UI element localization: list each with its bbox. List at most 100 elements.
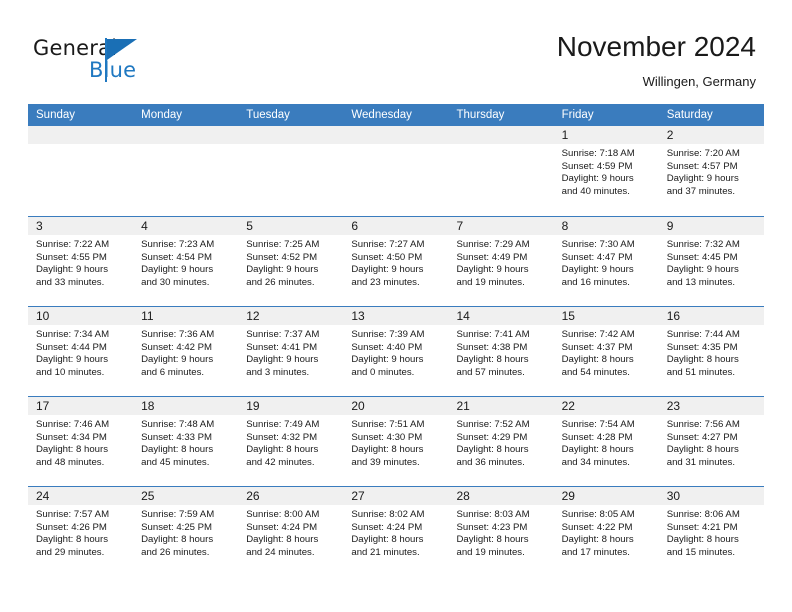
daylight-text-cont: and 45 minutes. bbox=[141, 456, 210, 468]
day-details: Sunrise: 7:36 AM Sunset: 4:42 PM Daylight:… bbox=[133, 325, 238, 379]
day-number-band: 24 bbox=[28, 487, 134, 505]
calendar-day-cell[interactable]: 4 Sunrise: 7:23 AM Sunset: 4:54 PM Daylight… bbox=[133, 217, 239, 306]
day-number: 2 bbox=[666, 128, 674, 142]
daylight-text-cont: and 24 minutes. bbox=[246, 546, 315, 558]
day-number-band: 19 bbox=[238, 397, 344, 415]
day-details: Sunrise: 7:18 AM Sunset: 4:59 PM Daylight:… bbox=[554, 144, 659, 198]
calendar-day-cell[interactable]: 17 Sunrise: 7:46 AM Sunset: 4:34 PM Dayligh… bbox=[28, 397, 134, 486]
day-number: 29 bbox=[561, 489, 575, 503]
sunset-text: Sunset: 4:32 PM bbox=[246, 431, 318, 443]
calendar-day-cell[interactable]: 10 Sunrise: 7:34 AM Sunset: 4:44 PM Dayligh… bbox=[28, 307, 134, 396]
daylight-text: Daylight: 9 hours bbox=[561, 264, 634, 276]
day-details: Sunrise: 7:52 AM Sunset: 4:29 PM Daylight:… bbox=[449, 415, 554, 469]
calendar-day-cell[interactable]: 15 Sunrise: 7:42 AM Sunset: 4:37 PM Dayligh… bbox=[553, 307, 659, 396]
day-details: Sunrise: 8:05 AM Sunset: 4:22 PM Daylight:… bbox=[554, 505, 659, 559]
day-details bbox=[449, 144, 554, 148]
calendar-day-cell[interactable]: 30 Sunrise: 8:06 AM Sunset: 4:21 PM Dayligh… bbox=[658, 487, 764, 576]
sunrise-text: Sunrise: 7:39 AM bbox=[351, 329, 425, 340]
day-details: Sunrise: 7:56 AM Sunset: 4:27 PM Daylight:… bbox=[659, 415, 764, 469]
weekday-header-tuesday: Tuesday bbox=[246, 109, 290, 121]
calendar-day-cell[interactable]: 22 Sunrise: 7:54 AM Sunset: 4:28 PM Dayligh… bbox=[553, 397, 659, 486]
calendar-day-cell[interactable]: 21 Sunrise: 7:52 AM Sunset: 4:29 PM Dayligh… bbox=[448, 397, 554, 486]
sunset-text: Sunset: 4:59 PM bbox=[561, 160, 633, 172]
calendar-day-cell[interactable]: 13 Sunrise: 7:39 AM Sunset: 4:40 PM Dayligh… bbox=[343, 307, 449, 396]
day-number-band: 25 bbox=[133, 487, 239, 505]
daylight-text-cont: and 23 minutes. bbox=[351, 276, 420, 288]
day-number-band: 17 bbox=[28, 397, 134, 415]
calendar-day-cell[interactable]: 26 Sunrise: 8:00 AM Sunset: 4:24 PM Dayligh… bbox=[238, 487, 344, 576]
calendar-day-cell[interactable]: 29 Sunrise: 8:05 AM Sunset: 4:22 PM Dayligh… bbox=[553, 487, 659, 576]
calendar-day-cell[interactable]: 3 Sunrise: 7:22 AM Sunset: 4:55 PM Daylight… bbox=[28, 217, 134, 306]
daylight-text: Daylight: 8 hours bbox=[351, 444, 424, 456]
daylight-text: Daylight: 9 hours bbox=[561, 173, 634, 185]
daylight-text: Daylight: 8 hours bbox=[141, 534, 214, 546]
calendar-day-cell[interactable]: 23 Sunrise: 7:56 AM Sunset: 4:27 PM Dayligh… bbox=[658, 397, 764, 486]
daylight-text-cont: and 26 minutes. bbox=[246, 276, 315, 288]
day-number: 5 bbox=[246, 219, 253, 233]
daylight-text: Daylight: 9 hours bbox=[36, 264, 108, 276]
calendar-day-cell[interactable]: 6 Sunrise: 7:27 AM Sunset: 4:50 PM Daylight… bbox=[343, 217, 449, 306]
sunrise-text: Sunrise: 7:54 AM bbox=[561, 419, 635, 430]
sunrise-text: Sunrise: 7:22 AM bbox=[36, 239, 110, 250]
calendar-day-cell[interactable]: 7 Sunrise: 7:29 AM Sunset: 4:49 PM Daylight… bbox=[448, 217, 554, 306]
day-details: Sunrise: 8:03 AM Sunset: 4:23 PM Daylight:… bbox=[449, 505, 554, 559]
sunrise-text: Sunrise: 7:30 AM bbox=[561, 239, 635, 250]
calendar-day-cell[interactable]: 16 Sunrise: 7:44 AM Sunset: 4:35 PM Dayligh… bbox=[658, 307, 764, 396]
calendar-day-cell[interactable]: 14 Sunrise: 7:41 AM Sunset: 4:38 PM Dayligh… bbox=[448, 307, 554, 396]
sunset-text: Sunset: 4:49 PM bbox=[456, 251, 528, 263]
calendar-day-cell[interactable]: 24 Sunrise: 7:57 AM Sunset: 4:26 PM Dayligh… bbox=[28, 487, 134, 576]
sunset-text: Sunset: 4:42 PM bbox=[141, 341, 213, 353]
day-number: 30 bbox=[666, 489, 681, 503]
day-number-band: 18 bbox=[133, 397, 239, 415]
calendar-day-cell[interactable]: 19 Sunrise: 7:49 AM Sunset: 4:32 PM Dayligh… bbox=[238, 397, 344, 486]
daylight-text: Daylight: 9 hours bbox=[351, 354, 424, 366]
sunset-text: Sunset: 4:21 PM bbox=[666, 521, 738, 533]
day-number: 28 bbox=[456, 489, 470, 503]
calendar-day-cell[interactable]: 27 Sunrise: 8:02 AM Sunset: 4:24 PM Dayligh… bbox=[343, 487, 449, 576]
daylight-text: Daylight: 8 hours bbox=[666, 354, 739, 366]
day-number: 26 bbox=[246, 489, 260, 503]
sunset-text: Sunset: 4:57 PM bbox=[666, 160, 738, 172]
sunrise-text: Sunrise: 7:52 AM bbox=[456, 419, 530, 430]
daylight-text-cont: and 6 minutes. bbox=[141, 366, 205, 378]
sunrise-text: Sunrise: 8:06 AM bbox=[666, 509, 740, 520]
day-number-band bbox=[343, 126, 449, 144]
calendar-day-cell[interactable]: 28 Sunrise: 8:03 AM Sunset: 4:23 PM Dayligh… bbox=[448, 487, 554, 576]
day-number: 8 bbox=[561, 219, 569, 233]
day-details bbox=[343, 144, 448, 148]
calendar-day-cell[interactable]: 11 Sunrise: 7:36 AM Sunset: 4:42 PM Dayligh… bbox=[133, 307, 239, 396]
daylight-text: Daylight: 8 hours bbox=[36, 534, 108, 546]
sunset-text: Sunset: 4:24 PM bbox=[246, 521, 318, 533]
day-number-band: 16 bbox=[658, 307, 764, 325]
calendar-day-cell[interactable]: 5 Sunrise: 7:25 AM Sunset: 4:52 PM Daylight… bbox=[238, 217, 344, 306]
day-details: Sunrise: 8:02 AM Sunset: 4:24 PM Daylight:… bbox=[343, 505, 448, 559]
day-number: 25 bbox=[141, 489, 155, 503]
sunrise-text: Sunrise: 7:44 AM bbox=[666, 329, 740, 340]
day-number: 16 bbox=[666, 309, 681, 323]
day-number: 15 bbox=[561, 309, 575, 323]
weekday-header-sunday: Sunday bbox=[36, 109, 76, 121]
sunrise-text: Sunrise: 7:59 AM bbox=[141, 509, 215, 520]
daylight-text-cont: and 31 minutes. bbox=[666, 456, 736, 468]
sunrise-text: Sunrise: 7:42 AM bbox=[561, 329, 635, 340]
general-blue-logo[interactable]: General Blue bbox=[33, 36, 213, 86]
sunrise-text: Sunrise: 7:34 AM bbox=[36, 329, 110, 340]
sunset-text: Sunset: 4:28 PM bbox=[561, 431, 633, 443]
daylight-text: Daylight: 9 hours bbox=[141, 354, 214, 366]
daylight-text-cont: and 19 minutes. bbox=[456, 546, 525, 558]
calendar-day-cell[interactable]: 25 Sunrise: 7:59 AM Sunset: 4:25 PM Dayligh… bbox=[133, 487, 239, 576]
day-number: 14 bbox=[456, 309, 470, 323]
day-details: Sunrise: 7:23 AM Sunset: 4:54 PM Daylight:… bbox=[133, 235, 238, 289]
day-number: 27 bbox=[351, 489, 365, 503]
calendar-day-cell[interactable]: 9 Sunrise: 7:32 AM Sunset: 4:45 PM Daylight… bbox=[658, 217, 764, 306]
sunset-text: Sunset: 4:22 PM bbox=[561, 521, 633, 533]
calendar-day-cell[interactable]: 20 Sunrise: 7:51 AM Sunset: 4:30 PM Dayligh… bbox=[343, 397, 449, 486]
day-number: 22 bbox=[561, 399, 575, 413]
calendar-day-cell[interactable]: 8 Sunrise: 7:30 AM Sunset: 4:47 PM Daylight… bbox=[553, 217, 659, 306]
calendar-day-cell[interactable]: 18 Sunrise: 7:48 AM Sunset: 4:33 PM Dayligh… bbox=[133, 397, 239, 486]
calendar-day-cell[interactable]: 1 Sunrise: 7:18 AM Sunset: 4:59 PM Daylight… bbox=[553, 126, 659, 216]
calendar-day-cell[interactable]: 2 Sunrise: 7:20 AM Sunset: 4:57 PM Daylight… bbox=[658, 126, 764, 216]
day-number-band bbox=[238, 126, 344, 144]
calendar-day-cell[interactable]: 12 Sunrise: 7:37 AM Sunset: 4:41 PM Dayligh… bbox=[238, 307, 344, 396]
day-number-band: 20 bbox=[343, 397, 449, 415]
